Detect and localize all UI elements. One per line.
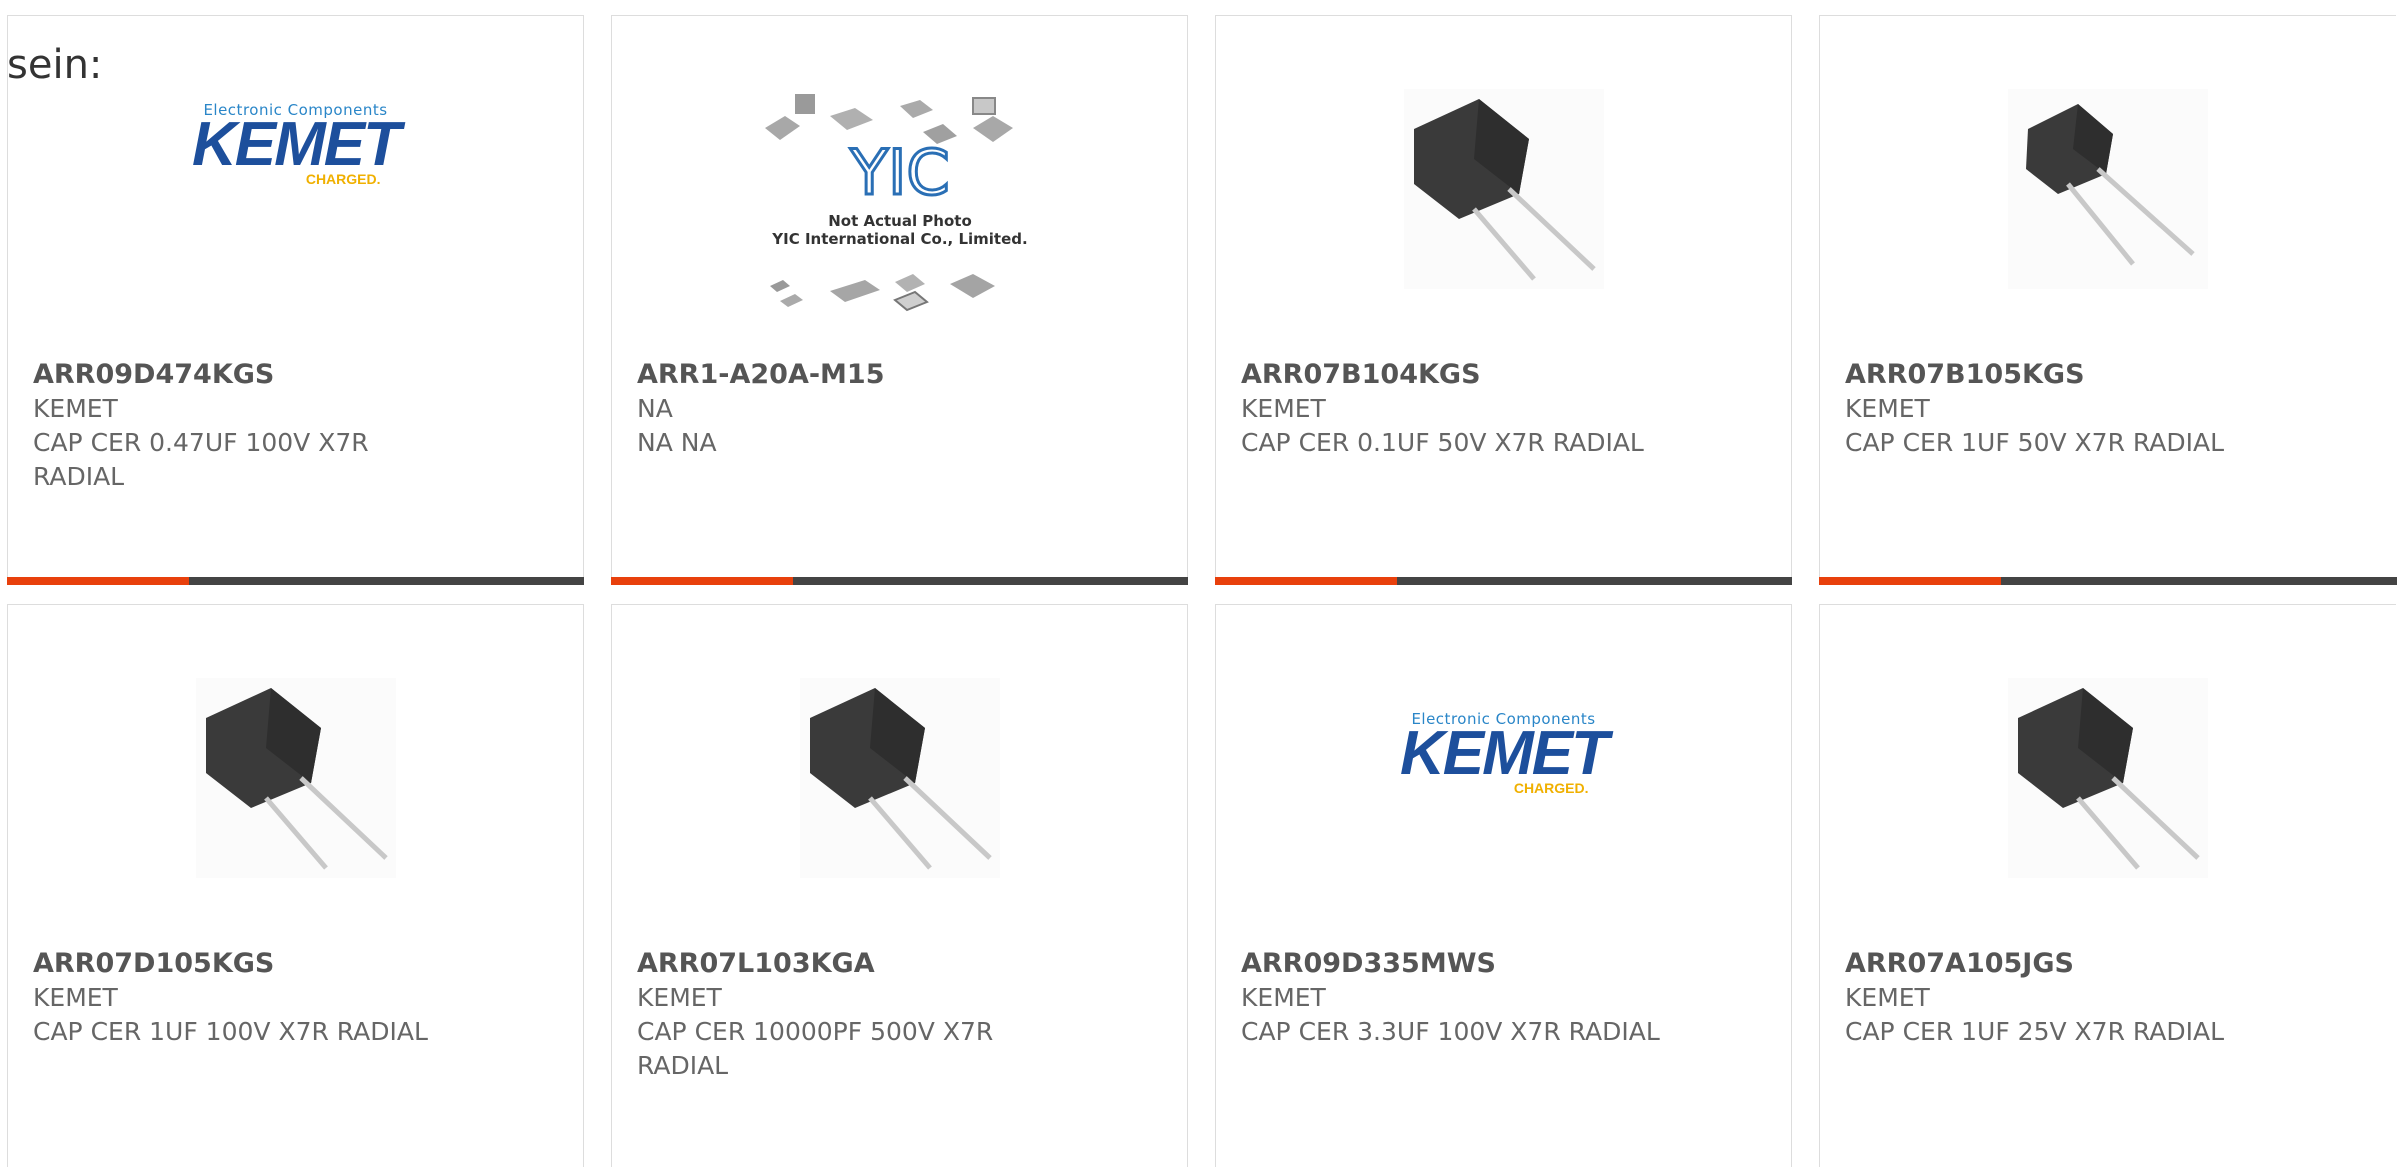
radial-capacitor-photo	[799, 678, 1000, 878]
product-card[interactable]: ARR07D105KGS KEMET CAP CER 1UF 100V X7R …	[7, 604, 584, 1167]
manufacturer: KEMET	[33, 983, 118, 1012]
manufacturer: NA	[637, 394, 673, 423]
heading-fragment: sein:	[7, 42, 103, 88]
part-number-link[interactable]: ARR09D335MWS	[1241, 947, 1751, 981]
product-card[interactable]: ARR07B105KGS KEMET CAP CER 1UF 50V X7R R…	[1819, 15, 2397, 585]
manufacturer: KEMET	[33, 394, 118, 423]
kemet-logo: Electronic Components KEMET CHARGED.	[192, 101, 401, 187]
product-card[interactable]: ARR07L103KGA KEMET CAP CER 10000PF 500V …	[611, 604, 1188, 1167]
svg-text:YIC International Co., Limited: YIC International Co., Limited.	[771, 230, 1027, 248]
product-image[interactable]	[1216, 84, 1791, 294]
product-info: ARR1-A20A-M15 NA NA NA	[637, 358, 1147, 460]
yic-placeholder-image: YIC Not Actual Photo YIC International C…	[764, 94, 1027, 312]
product-card[interactable]: YIC Not Actual Photo YIC International C…	[611, 15, 1188, 585]
radial-capacitor-photo	[2008, 678, 2208, 878]
card-footer-accent	[7, 577, 189, 585]
product-image[interactable]	[1820, 84, 2396, 294]
product-info: ARR07D105KGS KEMET CAP CER 1UF 100V X7R …	[33, 947, 543, 1049]
product-info: ARR07B104KGS KEMET CAP CER 0.1UF 50V X7R…	[1241, 358, 1751, 460]
manufacturer: KEMET	[1241, 394, 1326, 423]
product-info: ARR07L103KGA KEMET CAP CER 10000PF 500V …	[637, 947, 1147, 1083]
part-number-link[interactable]: ARR07B104KGS	[1241, 358, 1751, 392]
svg-text:YIC: YIC	[849, 136, 949, 209]
product-info: ARR09D335MWS KEMET CAP CER 3.3UF 100V X7…	[1241, 947, 1751, 1049]
manufacturer: KEMET	[1845, 394, 1930, 423]
product-card[interactable]: ARR07B104KGS KEMET CAP CER 0.1UF 50V X7R…	[1215, 15, 1792, 585]
description: CAP CER 0.47UF 100V X7R RADIAL	[33, 428, 369, 491]
manufacturer: KEMET	[1241, 983, 1326, 1012]
part-number-link[interactable]: ARR07D105KGS	[33, 947, 543, 981]
product-grid-page: Electronic Components KEMET CHARGED. ARR…	[0, 0, 2400, 1167]
part-number-link[interactable]: ARR09D474KGS	[33, 358, 543, 392]
product-card[interactable]: Electronic Components KEMET CHARGED. ARR…	[7, 15, 584, 585]
product-image[interactable]	[1820, 673, 2396, 883]
description: CAP CER 1UF 100V X7R RADIAL	[33, 1017, 428, 1046]
description: CAP CER 3.3UF 100V X7R RADIAL	[1241, 1017, 1660, 1046]
part-number-link[interactable]: ARR07B105KGS	[1845, 358, 2356, 392]
product-image[interactable]: Electronic Components KEMET CHARGED.	[8, 84, 583, 294]
svg-text:Not Actual Photo: Not Actual Photo	[828, 212, 972, 230]
description: CAP CER 10000PF 500V X7R RADIAL	[637, 1017, 994, 1080]
card-footer-accent	[1819, 577, 2001, 585]
card-footer-bar	[611, 577, 1188, 585]
product-image[interactable]: Electronic Components KEMET CHARGED.	[1216, 673, 1791, 883]
card-footer-accent	[1215, 577, 1397, 585]
card-footer-bar	[1215, 577, 1792, 585]
card-footer-bar	[7, 577, 584, 585]
product-image[interactable]	[612, 673, 1187, 883]
product-image[interactable]	[8, 673, 583, 883]
description: CAP CER 1UF 25V X7R RADIAL	[1845, 1017, 2225, 1046]
kemet-logo: Electronic Components KEMET CHARGED.	[1400, 710, 1609, 796]
part-number-link[interactable]: ARR07L103KGA	[637, 947, 1147, 981]
radial-capacitor-photo	[195, 678, 396, 878]
card-footer-bar	[1819, 577, 2397, 585]
part-number-link[interactable]: ARR07A105JGS	[1845, 947, 2356, 981]
manufacturer: KEMET	[1845, 983, 1930, 1012]
manufacturer: KEMET	[637, 983, 722, 1012]
description: CAP CER 1UF 50V X7R RADIAL	[1845, 428, 2225, 457]
description: NA NA	[637, 428, 717, 457]
product-info: ARR09D474KGS KEMET CAP CER 0.47UF 100V X…	[33, 358, 543, 494]
product-card[interactable]: ARR07A105JGS KEMET CAP CER 1UF 25V X7R R…	[1819, 604, 2396, 1167]
card-footer-accent	[611, 577, 793, 585]
product-card[interactable]: Electronic Components KEMET CHARGED. ARR…	[1215, 604, 1792, 1167]
product-image[interactable]: YIC Not Actual Photo YIC International C…	[612, 56, 1187, 356]
radial-capacitor-photo	[1403, 89, 1604, 289]
description: CAP CER 0.1UF 50V X7R RADIAL	[1241, 428, 1644, 457]
part-number-link[interactable]: ARR1-A20A-M15	[637, 358, 1147, 392]
product-info: ARR07A105JGS KEMET CAP CER 1UF 25V X7R R…	[1845, 947, 2356, 1049]
product-info: ARR07B105KGS KEMET CAP CER 1UF 50V X7R R…	[1845, 358, 2356, 460]
radial-capacitor-photo	[2008, 89, 2208, 289]
